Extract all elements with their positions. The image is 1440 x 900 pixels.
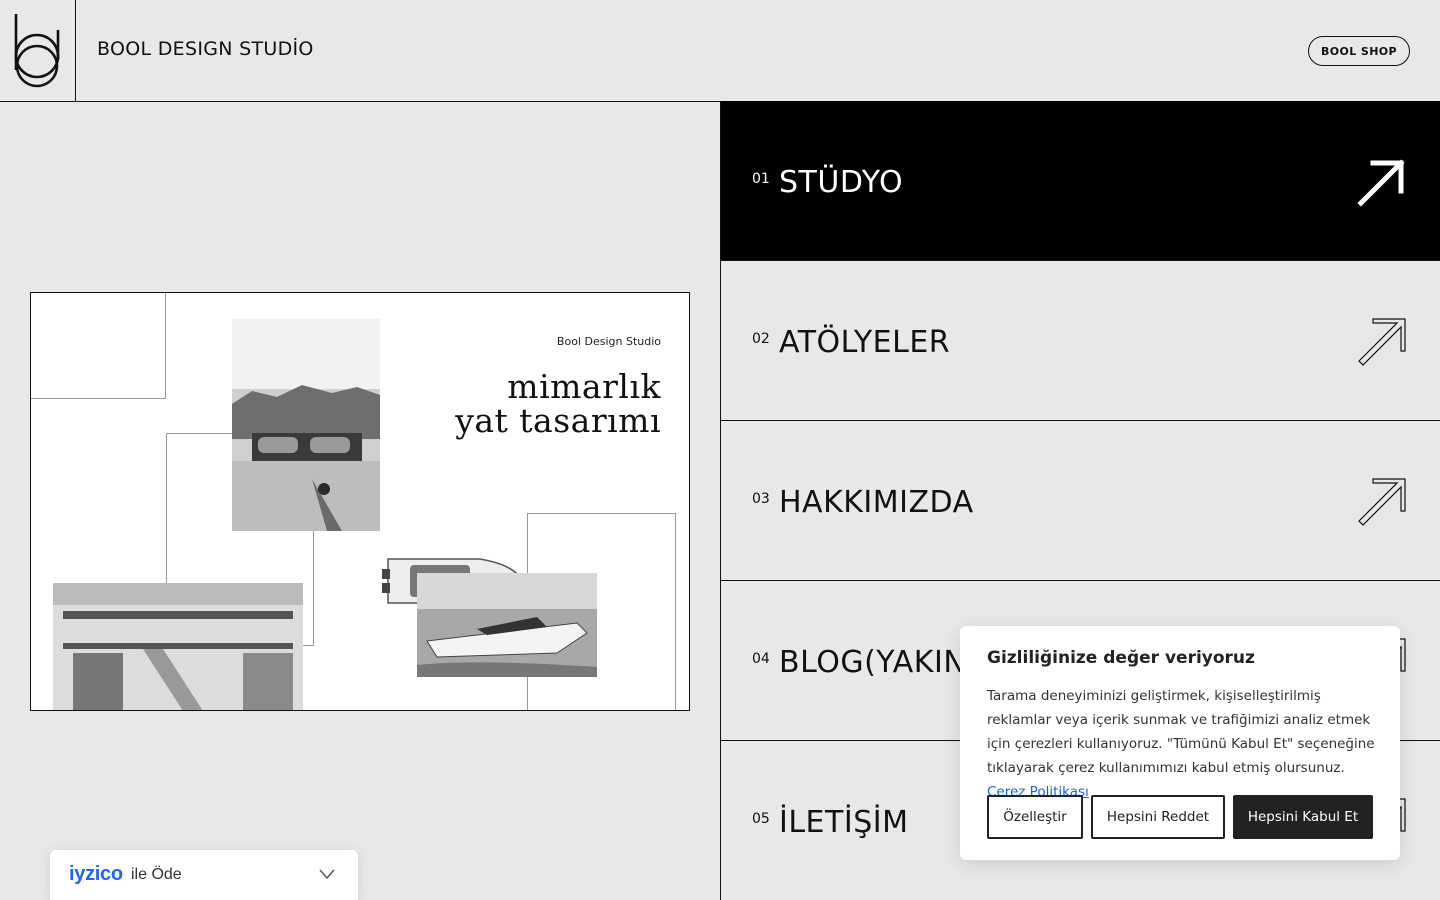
hero-collage-image: Bool Design Studio mimarlık yat tasarımı <box>30 292 690 711</box>
reject-all-button[interactable]: Hepsini Reddet <box>1091 795 1225 839</box>
collage-frame <box>31 293 166 399</box>
shop-button[interactable]: BOOL SHOP <box>1308 36 1410 66</box>
accept-all-button[interactable]: Hepsini Kabul Et <box>1233 795 1373 839</box>
nav-item-label: STÜDYO <box>779 165 904 200</box>
nav-item-number: 04 <box>752 651 770 667</box>
nav-item-label: HAKKIMIZDA <box>779 485 974 520</box>
cookie-consent-banner: Gizliliğinize değer veriyoruz Tarama den… <box>960 626 1400 860</box>
iyzico-logo: iyzico <box>69 863 123 885</box>
cookie-body-text: Tarama deneyiminizi geliştirmek, kişisel… <box>987 688 1375 776</box>
interior-photo <box>53 583 303 710</box>
cookie-title: Gizliliğinize değer veriyoruz <box>987 648 1255 668</box>
cookie-description: Tarama deneyiminizi geliştirmek, kişisel… <box>987 684 1377 804</box>
customize-button[interactable]: Özelleştir <box>987 795 1083 839</box>
nav-item-number: 01 <box>752 171 770 187</box>
collage-heading-yacht-design: yat tasarımı <box>455 401 661 440</box>
arrow-up-right-icon <box>1358 478 1406 526</box>
site-header: BOOL DESIGN STUDİO BOOL SHOP <box>0 0 1440 102</box>
nav-item-studio[interactable]: 01 STÜDYO <box>721 101 1440 261</box>
nav-item-about[interactable]: 03 HAKKIMIZDA <box>721 421 1440 581</box>
nav-item-number: 03 <box>752 491 770 507</box>
villa-photo <box>232 319 380 531</box>
bool-logo-icon <box>14 14 60 88</box>
nav-item-label: ATÖLYELER <box>779 325 951 360</box>
logo-link[interactable] <box>0 0 76 101</box>
arrow-up-right-icon <box>1357 159 1405 207</box>
nav-item-label: İLETİŞİM <box>779 805 909 840</box>
arrow-up-right-icon <box>1358 318 1406 366</box>
yacht-photo <box>417 573 597 677</box>
iyzico-pay-text: ile Öde <box>131 866 182 883</box>
nav-item-workshops[interactable]: 02 ATÖLYELER <box>721 261 1440 421</box>
brand-name: BOOL DESIGN STUDİO <box>97 38 314 60</box>
collage-studio-name: Bool Design Studio <box>556 335 661 348</box>
iyzico-pay-widget[interactable]: iyzico ile Öde <box>50 850 358 900</box>
chevron-down-icon[interactable] <box>318 867 336 881</box>
nav-item-number: 02 <box>752 331 770 347</box>
nav-item-number: 05 <box>752 811 770 827</box>
